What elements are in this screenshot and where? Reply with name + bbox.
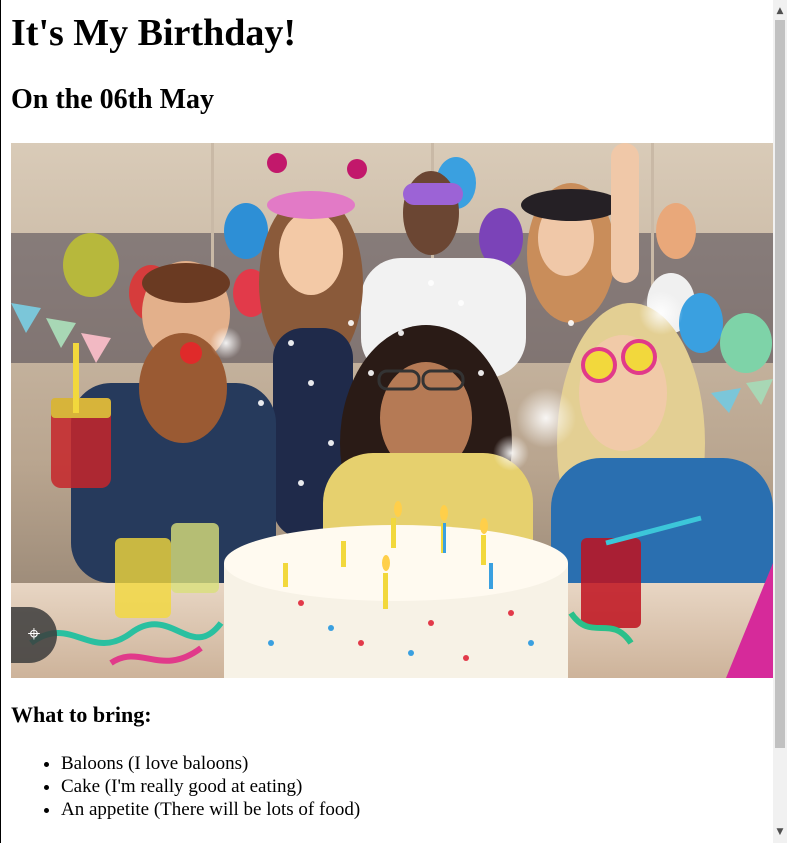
page-title: It's My Birthday!	[11, 12, 296, 54]
birthday-photo	[11, 143, 773, 678]
list-item: Baloons (I love baloons)	[61, 752, 360, 775]
scrollbar-thumb[interactable]	[775, 20, 785, 748]
date-heading: On the 06th May	[11, 84, 214, 115]
camera-lens-icon: ⌖	[27, 622, 41, 647]
bring-list: Baloons (I love baloons) Cake (I'm reall…	[11, 752, 360, 821]
vertical-scrollbar[interactable]: ▲ ▼	[773, 0, 787, 843]
page-left-border	[0, 0, 1, 843]
list-item: Cake (I'm really good at eating)	[61, 775, 360, 798]
scroll-up-arrow-icon[interactable]: ▲	[773, 2, 787, 20]
scroll-down-arrow-icon[interactable]: ▼	[773, 823, 787, 841]
bring-heading: What to bring:	[11, 702, 152, 727]
party-scene-image	[11, 143, 773, 678]
page-content: It's My Birthday! On the 06th May ⌖ What…	[11, 0, 773, 820]
list-item: An appetite (There will be lots of food)	[61, 798, 360, 821]
